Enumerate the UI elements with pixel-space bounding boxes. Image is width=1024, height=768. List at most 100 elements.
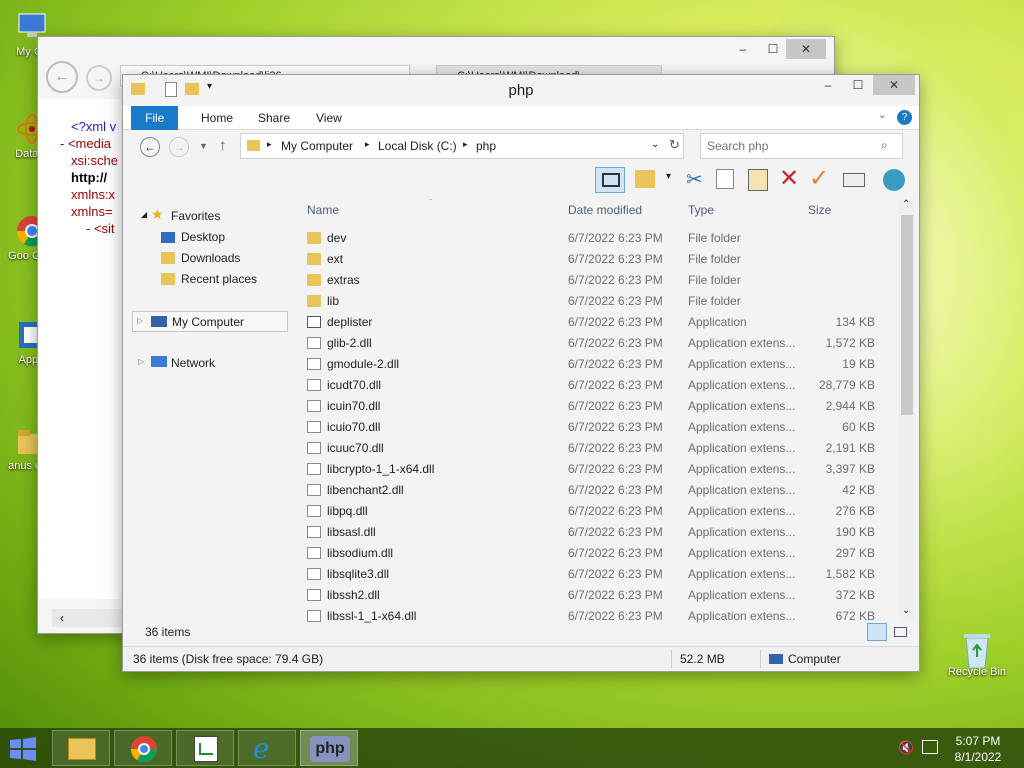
title-bar[interactable]: ▾ php – ☐ ✕ [123, 75, 919, 105]
expand-arrow-icon[interactable]: ▷ [137, 316, 143, 325]
column-header-date[interactable]: Date modified [568, 203, 642, 217]
preview-pane-button[interactable] [595, 167, 625, 193]
cut-icon[interactable]: ✂ [686, 167, 703, 192]
file-row[interactable]: gmodule-2.dll 6/7/2022 6:23 PM Application… [301, 354, 901, 375]
file-row[interactable]: deplister 6/7/2022 6:23 PM Application 134 … [301, 312, 901, 333]
explorer-window[interactable]: ▾ php – ☐ ✕ File Home Share View ⌄ ? ← →… [122, 74, 920, 672]
file-row[interactable]: icuuc70.dll 6/7/2022 6:23 PM Application e… [301, 438, 901, 459]
file-row[interactable]: icuio70.dll 6/7/2022 6:23 PM Application e… [301, 417, 901, 438]
file-row[interactable]: ext 6/7/2022 6:23 PM File folder [301, 249, 901, 270]
up-button[interactable]: ↑ [219, 137, 227, 154]
taskbar-file-explorer[interactable] [52, 730, 110, 766]
scroll-down-icon[interactable]: ⌄ [902, 605, 910, 616]
clock-time[interactable]: 5:07 PM [950, 734, 1006, 748]
file-row[interactable]: libenchant2.dll 6/7/2022 6:23 PM Applicati… [301, 480, 901, 501]
scroll-thumb[interactable] [901, 215, 913, 415]
file-row[interactable]: libsodium.dll 6/7/2022 6:23 PM Application… [301, 543, 901, 564]
start-button[interactable] [8, 736, 40, 762]
tab-view[interactable]: View [302, 106, 356, 130]
nav-recent-places[interactable]: Recent places [181, 269, 257, 289]
file-row[interactable]: libsasl.dll 6/7/2022 6:23 PM Application e… [301, 522, 901, 543]
taskbar-chrome[interactable] [114, 730, 172, 766]
file-size: 28,779 KB [818, 378, 875, 392]
help-icon[interactable]: ? [897, 110, 912, 125]
search-icon[interactable]: ⌕ [881, 138, 888, 153]
scroll-up-icon[interactable]: ⌃ [902, 199, 910, 210]
volume-muted-icon[interactable]: 🔇 [898, 740, 914, 756]
details-view-button[interactable] [867, 623, 887, 641]
close-button[interactable]: ✕ [873, 75, 915, 95]
maximize-button[interactable]: ☐ [843, 75, 873, 95]
file-row[interactable]: icuin70.dll 6/7/2022 6:23 PM Application e… [301, 396, 901, 417]
minimize-button[interactable]: – [728, 39, 758, 59]
file-date: 6/7/2022 6:23 PM [568, 441, 663, 455]
paste-icon[interactable] [748, 169, 768, 191]
breadcrumb-local-disk[interactable]: Local Disk (C:) [378, 139, 457, 153]
network-tray-icon[interactable] [922, 740, 938, 754]
file-size: 2,191 KB [825, 441, 875, 455]
taskbar-notepad[interactable] [176, 730, 234, 766]
file-type: Application extens... [688, 420, 796, 434]
file-row[interactable]: icudt70.dll 6/7/2022 6:23 PM Application e… [301, 375, 901, 396]
tab-home[interactable]: Home [187, 106, 247, 130]
clock-date[interactable]: 8/1/2022 [950, 750, 1006, 764]
recent-locations-icon[interactable]: ▼ [199, 141, 208, 151]
forward-button[interactable]: → [86, 65, 112, 91]
nav-favorites[interactable]: Favorites [171, 206, 220, 226]
file-row[interactable]: libpq.dll 6/7/2022 6:23 PM Application ext… [301, 501, 901, 522]
forward-button[interactable]: → [169, 137, 189, 157]
file-row[interactable]: glib-2.dll 6/7/2022 6:23 PM Application ex… [301, 333, 901, 354]
file-date: 6/7/2022 6:23 PM [568, 546, 663, 560]
nav-network[interactable]: Network [171, 353, 215, 373]
expand-ribbon-icon[interactable]: ⌄ [878, 110, 886, 121]
large-icons-view-button[interactable] [891, 623, 911, 641]
tab-file[interactable]: File [131, 106, 179, 130]
delete-icon[interactable]: ✕ [779, 165, 799, 193]
vertical-scrollbar[interactable]: ⌃ ⌄ [899, 199, 915, 621]
file-row[interactable]: dev 6/7/2022 6:23 PM File folder [301, 228, 901, 249]
breadcrumb-php[interactable]: php [476, 139, 496, 153]
search-box[interactable]: ⌕ [700, 133, 903, 159]
chevron-down-icon[interactable]: ⌄ [651, 139, 659, 150]
file-row[interactable]: libcrypto-1_1-x64.dll 6/7/2022 6:23 PM App… [301, 459, 901, 480]
folder-options-icon[interactable] [635, 170, 655, 188]
nav-downloads[interactable]: Downloads [181, 248, 240, 268]
breadcrumb-my-computer[interactable]: My Computer [281, 139, 353, 153]
expand-arrow-icon[interactable]: ▷ [138, 357, 144, 366]
column-header-type[interactable]: Type [688, 203, 714, 217]
search-input[interactable] [707, 137, 877, 155]
nav-my-computer-row[interactable]: ▷ My Computer [132, 311, 288, 332]
file-row[interactable]: libsqlite3.dll 6/7/2022 6:23 PM Applicatio… [301, 564, 901, 585]
file-date: 6/7/2022 6:23 PM [568, 420, 663, 434]
file-size: 1,572 KB [825, 336, 875, 350]
column-header-name[interactable]: Name [307, 203, 339, 217]
back-button[interactable]: ← [46, 61, 78, 93]
file-row[interactable]: libssh2.dll 6/7/2022 6:23 PM Application e… [301, 585, 901, 606]
file-row[interactable]: lib 6/7/2022 6:23 PM File folder [301, 291, 901, 312]
close-button[interactable]: ✕ [786, 39, 826, 59]
horizontal-scrollbar[interactable]: ‹ [52, 609, 132, 627]
file-type: File folder [688, 231, 741, 245]
minimize-button[interactable]: – [813, 75, 843, 95]
nav-desktop[interactable]: Desktop [181, 227, 225, 247]
chevron-down-icon[interactable]: ▾ [666, 171, 671, 182]
rename-icon[interactable]: ✓ [809, 165, 829, 193]
expand-arrow-icon[interactable]: ◢ [141, 210, 147, 219]
file-name: icudt70.dll [327, 378, 382, 392]
globe-icon[interactable] [883, 169, 905, 191]
file-date: 6/7/2022 6:23 PM [568, 504, 663, 518]
taskbar-php[interactable]: php [300, 730, 358, 766]
file-row[interactable]: libssl-1_1-x64.dll 6/7/2022 6:23 PM Applic… [301, 606, 901, 623]
desktop-icon-recycle-bin[interactable]: Recycle Bin [944, 630, 1010, 678]
back-button[interactable]: ← [140, 137, 160, 157]
refresh-icon[interactable]: ↻ [669, 137, 680, 153]
address-bar[interactable]: ▸ My Computer ▸ Local Disk (C:) ▸ php ⌄ … [240, 133, 684, 159]
column-header-size[interactable]: Size [808, 203, 831, 217]
properties-icon[interactable] [843, 173, 865, 187]
file-name: icuin70.dll [327, 399, 381, 413]
file-row[interactable]: extras 6/7/2022 6:23 PM File folder [301, 270, 901, 291]
tab-share[interactable]: Share [244, 106, 304, 130]
taskbar-internet-explorer[interactable]: e [238, 730, 296, 766]
copy-icon[interactable] [716, 169, 734, 189]
maximize-button[interactable]: ☐ [758, 39, 788, 59]
